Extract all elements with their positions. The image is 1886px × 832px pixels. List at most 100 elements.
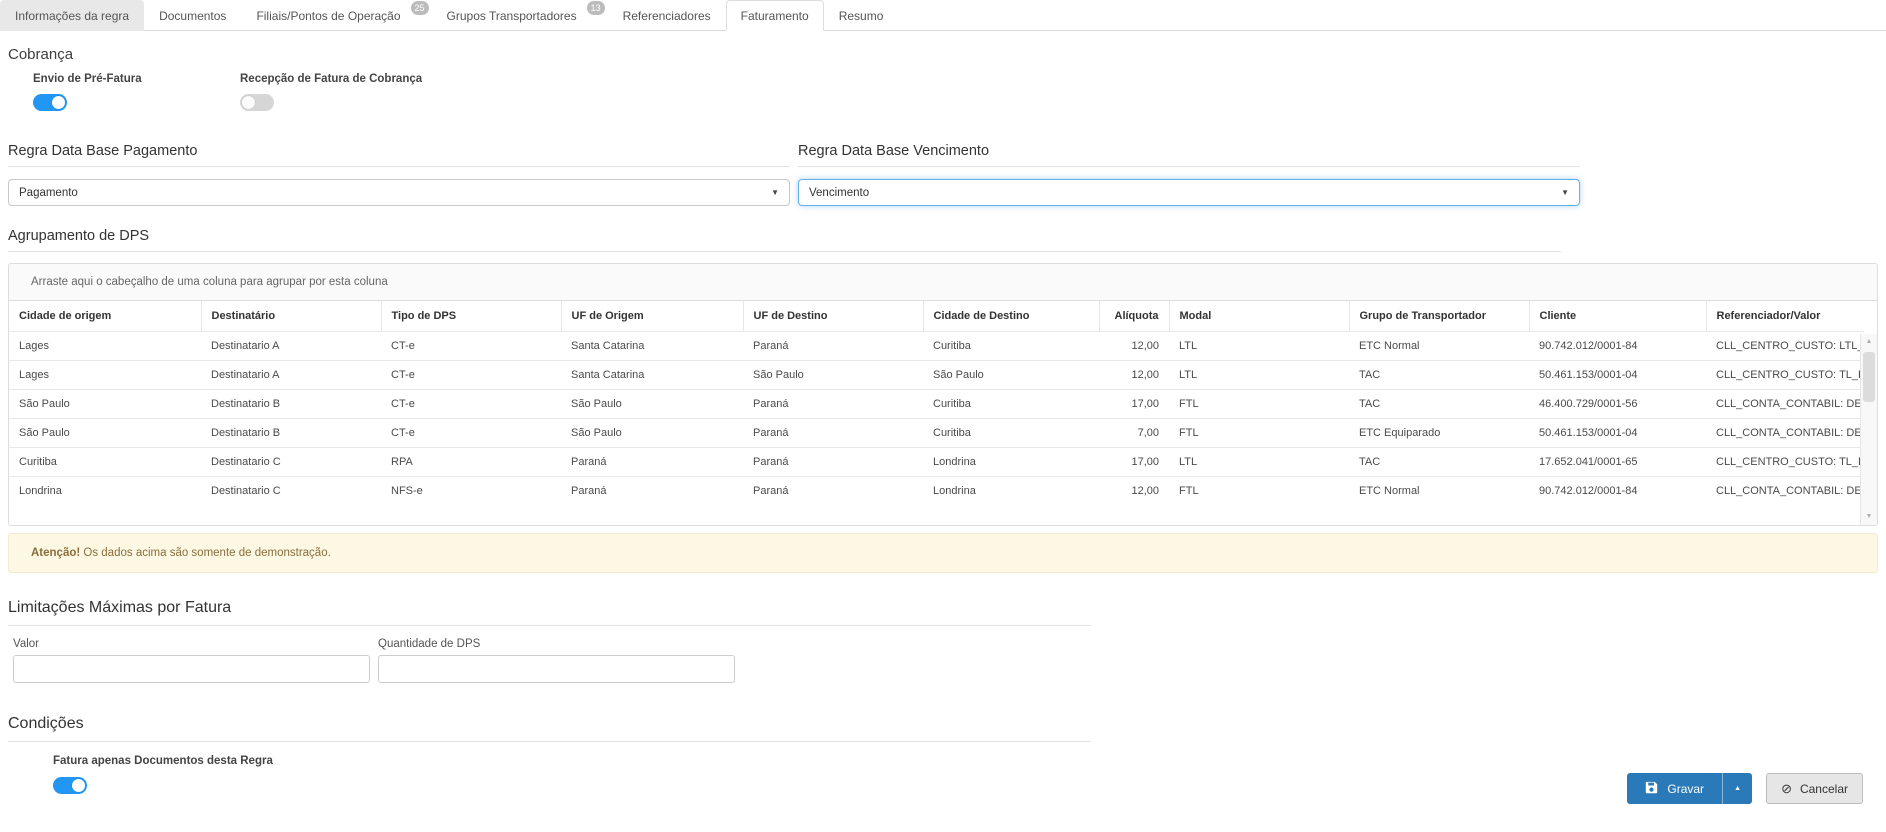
table-row[interactable]: São PauloDestinatario BCT-eSão PauloPara… — [9, 419, 1864, 448]
table-cell: TAC — [1349, 361, 1529, 390]
table-cell: 12,00 — [1099, 477, 1169, 506]
save-options-dropdown[interactable]: ▲ — [1722, 773, 1752, 804]
toggle-recepcao-de-fatura-de-cobranca-label: Recepção de Fatura de Cobrança — [240, 73, 447, 85]
table-cell: Destinatario C — [201, 448, 381, 477]
tab-referenciadores[interactable]: Referenciadores — [608, 0, 726, 31]
table-cell: LTL — [1169, 361, 1349, 390]
table-row[interactable]: São PauloDestinatario BCT-eSão PauloPara… — [9, 390, 1864, 419]
toggle-knob — [72, 779, 85, 792]
table-cell: Destinatario A — [201, 361, 381, 390]
regra-data-base-pagamento-select[interactable]: Pagamento ▼ — [8, 179, 790, 206]
tab-label: Informações da regra — [15, 9, 129, 23]
tab-label: Grupos Transportadores — [447, 9, 577, 23]
table-cell: 17,00 — [1099, 448, 1169, 477]
tab-grupos-transportadores[interactable]: Grupos Transportadores 13 — [432, 0, 608, 31]
toggle-knob — [52, 96, 65, 109]
scroll-down-icon[interactable]: ▼ — [1861, 509, 1877, 525]
tab-informacoes-da-regra[interactable]: Informações da regra — [0, 0, 144, 31]
toggle-group: Recepção de Fatura de Cobrança — [240, 73, 447, 111]
table-row[interactable]: LagesDestinatario ACT-eSanta CatarinaSão… — [9, 361, 1864, 390]
table-cell: 90.742.012/0001-84 — [1529, 477, 1706, 506]
table-cell: CLL_CONTA_CONTABIL: DEPART_A — [1706, 390, 1864, 419]
column-header-aliquota[interactable]: Alíquota — [1099, 301, 1169, 332]
save-button[interactable]: Gravar — [1627, 773, 1722, 804]
table-cell: São Paulo — [561, 419, 743, 448]
table-cell: FTL — [1169, 419, 1349, 448]
table-cell: CLL_CONTA_CONTABIL: DEPART_B — [1706, 419, 1864, 448]
table-cell: São Paulo — [923, 361, 1099, 390]
table-cell: CLL_CENTRO_CUSTO: TL_DIST — [1706, 448, 1864, 477]
table-cell: ETC Normal — [1349, 332, 1529, 361]
table-row[interactable]: LondrinaDestinatario CNFS-eParanáParanáL… — [9, 477, 1864, 506]
table-cell: Lages — [9, 361, 201, 390]
table-cell: 17.652.041/0001-65 — [1529, 448, 1706, 477]
regra-data-base-vencimento-select[interactable]: Vencimento ▼ — [798, 179, 1580, 206]
table-cell: Destinatario A — [201, 332, 381, 361]
warning-text: Os dados acima são somente de demonstraç… — [80, 547, 331, 559]
tab-filiais-pontos-de-operacao[interactable]: Filiais/Pontos de Operação25 — [241, 0, 431, 31]
demo-warning-banner: Atenção! Os dados acima são somente de d… — [8, 533, 1878, 573]
table-row[interactable]: LagesDestinatario ACT-eSanta CatarinaPar… — [9, 332, 1864, 361]
cancel-button[interactable]: ⊘ Cancelar — [1766, 773, 1863, 804]
tab-count-badge: 13 — [587, 1, 605, 15]
table-row[interactable]: CuritibaDestinatario CRPAParanáParanáLon… — [9, 448, 1864, 477]
column-header-cidade-de-destino[interactable]: Cidade de Destino — [923, 301, 1099, 332]
regra-data-base-vencimento: Regra Data Base Vencimento Vencimento ▼ — [798, 143, 1580, 206]
table-cell: São Paulo — [743, 361, 923, 390]
table-cell: São Paulo — [9, 390, 201, 419]
condicoes-toggle-label: Fatura apenas Documentos desta Regra — [53, 755, 1878, 767]
table-cell: Santa Catarina — [561, 332, 743, 361]
toggle-recepcao-de-fatura-de-cobranca[interactable] — [240, 94, 274, 111]
tab-documentos[interactable]: Documentos — [144, 0, 241, 31]
table-cell: Paraná — [743, 390, 923, 419]
quantidade-de-dps-input-group: Quantidade de DPS — [378, 626, 735, 683]
toggle-envio-de-pre-fatura[interactable] — [33, 94, 67, 111]
table-cell: Santa Catarina — [561, 361, 743, 390]
tab-label: Faturamento — [741, 9, 809, 23]
table-cell: São Paulo — [561, 390, 743, 419]
column-header-grupo-de-transportador[interactable]: Grupo de Transportador — [1349, 301, 1529, 332]
dps-grid: Arraste aqui o cabeçalho de uma coluna p… — [8, 263, 1878, 526]
group-drop-zone[interactable]: Arraste aqui o cabeçalho de uma coluna p… — [9, 264, 1877, 301]
column-header-destinatario[interactable]: Destinatário — [201, 301, 381, 332]
table-cell: 50.461.153/0001-04 — [1529, 419, 1706, 448]
column-header-referenciador-valor[interactable]: Referenciador/Valor — [1706, 301, 1864, 332]
quantidade-de-dps-input[interactable] — [378, 655, 735, 683]
toggle-knob — [242, 96, 255, 109]
tab-faturamento[interactable]: Faturamento — [726, 0, 824, 31]
table-cell: Curitiba — [923, 419, 1099, 448]
table-cell: Destinatario B — [201, 419, 381, 448]
table-cell: Curitiba — [923, 390, 1099, 419]
column-header-modal[interactable]: Modal — [1169, 301, 1349, 332]
cobranca-title: Cobrança — [8, 46, 1878, 63]
table-cell: Curitiba — [9, 448, 201, 477]
table-cell: CLL_CENTRO_CUSTO: LTL_DIST — [1706, 332, 1864, 361]
cobranca-toggles: Envio de Pré-FaturaRecepção de Fatura de… — [33, 73, 1878, 111]
cancel-button-label: Cancelar — [1800, 782, 1848, 796]
table-cell: CT-e — [381, 390, 561, 419]
column-header-uf-de-origem[interactable]: UF de Origem — [561, 301, 743, 332]
column-header-cliente[interactable]: Cliente — [1529, 301, 1706, 332]
column-header-uf-de-destino[interactable]: UF de Destino — [743, 301, 923, 332]
column-header-tipo-de-dps[interactable]: Tipo de DPS — [381, 301, 561, 332]
tab-label: Resumo — [839, 9, 884, 23]
table-scrollbar[interactable]: ▲ ▼ — [1860, 334, 1877, 525]
faturamento-panel: Cobrança Envio de Pré-FaturaRecepção de … — [0, 46, 1886, 794]
section-agrupamento-dps: Agrupamento de DPS Arraste aqui o cabeça… — [8, 228, 1878, 573]
table-cell: CLL_CONTA_CONTABIL: DEPART_A — [1706, 477, 1864, 506]
scroll-up-icon[interactable]: ▲ — [1861, 334, 1877, 350]
table-cell: 12,00 — [1099, 361, 1169, 390]
tab-label: Documentos — [159, 9, 226, 23]
table-cell: Lages — [9, 332, 201, 361]
regra-data-base-pagamento: Regra Data Base Pagamento Pagamento ▼ — [8, 143, 790, 206]
column-header-cidade-de-origem[interactable]: Cidade de origem — [9, 301, 201, 332]
table-cell: TAC — [1349, 448, 1529, 477]
floppy-disk-icon — [1645, 781, 1658, 797]
tab-resumo[interactable]: Resumo — [824, 0, 899, 31]
table-cell: Londrina — [923, 448, 1099, 477]
scrollbar-thumb[interactable] — [1863, 352, 1875, 402]
toggle-fatura-apenas-documentos-desta-regra[interactable] — [53, 777, 87, 794]
valor-input[interactable] — [13, 655, 370, 683]
regra-data-base-pagamento-title: Regra Data Base Pagamento — [8, 143, 790, 167]
table-cell: LTL — [1169, 332, 1349, 361]
